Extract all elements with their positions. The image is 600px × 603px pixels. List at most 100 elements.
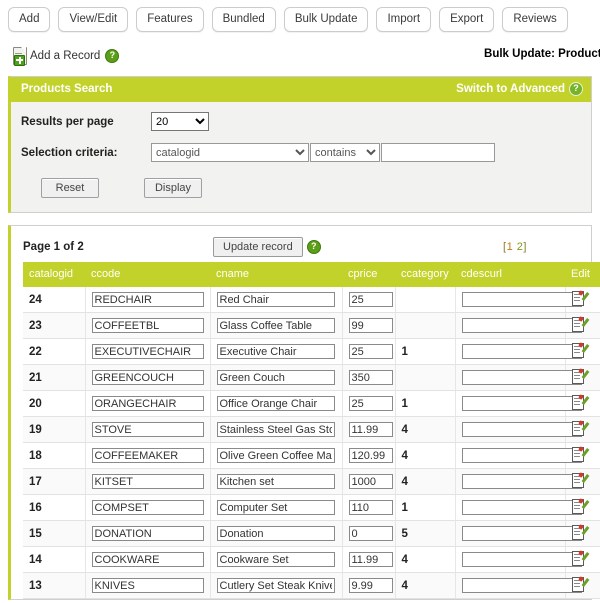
edit-record-icon[interactable] [571,471,589,488]
cprice-input[interactable] [348,370,393,385]
cprice-input[interactable] [348,578,393,593]
edit-record-icon[interactable] [571,341,589,358]
edit-record-icon[interactable] [571,367,589,384]
results-panel: Page 1 of 2 Update record ? [1 2] catalo… [8,225,600,600]
help-icon[interactable]: ? [569,82,583,96]
cdescurl-input[interactable] [461,396,582,411]
cprice-input[interactable] [348,448,393,463]
edit-record-icon[interactable] [571,497,589,514]
column-header-label: cprice [348,268,378,280]
edit-record-icon[interactable] [571,549,589,566]
cdescurl-input[interactable] [461,552,582,567]
cell-ccategory [395,364,456,391]
results-per-page-row: Results per page 20 [21,112,581,131]
cell-ccode [85,442,211,469]
table-row: 24 [23,287,600,313]
edit-record-icon[interactable] [571,315,589,332]
tab-add[interactable]: Add [8,7,51,32]
help-icon[interactable]: ? [105,49,120,63]
cell-ccode [85,546,211,573]
tab-reviews[interactable]: Reviews [502,7,568,32]
cdescurl-input[interactable] [461,578,582,593]
cdescurl-input[interactable] [461,318,582,333]
ccode-input[interactable] [91,448,204,463]
cprice-input[interactable] [348,318,393,333]
cname-input[interactable] [216,552,335,567]
ccode-input[interactable] [91,552,204,567]
ccode-input[interactable] [91,578,204,593]
cdescurl-input[interactable] [461,500,582,515]
cdescurl-input[interactable] [461,344,582,359]
ccode-input[interactable] [91,370,204,385]
cname-input[interactable] [216,344,335,359]
cprice-input[interactable] [348,292,393,307]
cprice-input[interactable] [348,344,393,359]
tab-view-edit[interactable]: View/Edit [58,7,129,32]
page-indicator: Page 1 of 2 [23,241,84,253]
ccode-input[interactable] [91,318,204,333]
tab-label: Bundled [222,13,265,25]
tab-export[interactable]: Export [439,7,495,32]
cname-input[interactable] [216,318,335,333]
cprice-input[interactable] [348,526,393,541]
add-a-record-link[interactable]: Add a Record ? [12,46,120,66]
ccode-input[interactable] [91,292,204,307]
tab-features[interactable]: Features [136,7,204,32]
edit-record-icon[interactable] [571,575,589,592]
cdescurl-input[interactable] [461,422,582,437]
criteria-value-input[interactable] [381,143,495,162]
ccode-input[interactable] [91,396,204,411]
results-per-page-select[interactable]: 20 [151,112,209,131]
update-record-button[interactable]: Update record [213,237,303,257]
products-search-title: Products Search [21,83,113,95]
cname-input[interactable] [216,500,335,515]
cprice-input[interactable] [348,552,393,567]
ccode-input[interactable] [91,474,204,489]
tab-label: Export [450,13,484,25]
tab-label: Reviews [513,13,557,25]
table-row: 18 4 [23,442,600,469]
cell-cname [210,572,343,599]
cell-cprice [342,312,396,339]
cname-input[interactable] [216,448,335,463]
cprice-input[interactable] [348,474,393,489]
ccode-input[interactable] [91,422,204,437]
cname-input[interactable] [216,474,335,489]
cprice-input[interactable] [348,422,393,437]
help-icon[interactable]: ? [306,240,321,254]
ccode-input[interactable] [91,344,204,359]
tab-import[interactable]: Import [376,7,432,32]
cname-input[interactable] [216,292,335,307]
tab-bundled[interactable]: Bundled [211,7,276,32]
reset-button[interactable]: Reset [41,178,99,198]
display-button[interactable]: Display [144,178,202,198]
switch-to-advanced-link[interactable]: Switch to Advanced ? [456,82,583,96]
cell-ccode [85,338,211,365]
criteria-operator-select[interactable]: contains [310,143,380,162]
cell-ccode [85,572,211,599]
cdescurl-input[interactable] [461,526,582,541]
cname-input[interactable] [216,396,335,411]
edit-record-icon[interactable] [571,393,589,410]
criteria-field-select[interactable]: catalogid [151,143,309,162]
cname-input[interactable] [216,578,335,593]
edit-record-icon[interactable] [571,419,589,436]
cell-cprice [342,468,396,495]
ccode-input[interactable] [91,526,204,541]
cname-input[interactable] [216,526,335,541]
tab-bulk-update[interactable]: Bulk Update [283,7,369,32]
cdescurl-input[interactable] [461,448,582,463]
table-row: 13 4 [23,572,600,599]
cprice-input[interactable] [348,500,393,515]
cname-input[interactable] [216,422,335,437]
ccode-input[interactable] [91,500,204,515]
cdescurl-input[interactable] [461,292,582,307]
edit-record-icon[interactable] [571,289,589,306]
cdescurl-input[interactable] [461,474,582,489]
edit-record-icon[interactable] [571,523,589,540]
cprice-input[interactable] [348,396,393,411]
cname-input[interactable] [216,370,335,385]
edit-record-icon[interactable] [571,445,589,462]
cell-cname [210,390,343,417]
cdescurl-input[interactable] [461,370,582,385]
